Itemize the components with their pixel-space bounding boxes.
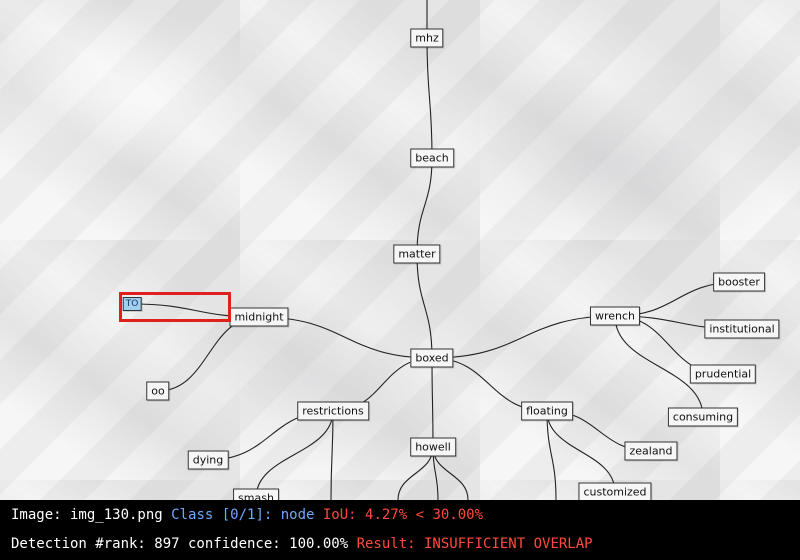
status-line-detection: Detection #rank: 897 confidence: 100.00%…: [11, 536, 593, 552]
edge: [255, 410, 334, 499]
node-zealand: zealand: [624, 441, 678, 461]
diagram-canvas: mhz beach matter TO midnight oo boxed wrench boo…: [0, 0, 800, 500]
node-midnight: midnight: [229, 307, 289, 327]
node-matter: matter: [393, 244, 441, 264]
node-booster: booster: [713, 272, 765, 292]
node-customized: customized: [578, 482, 652, 500]
status-segment: Result: INSUFFICIENT OVERLAP: [356, 536, 593, 552]
node-prudential: prudential: [689, 364, 757, 384]
node-oo: oo: [146, 381, 170, 401]
node-mhz: mhz: [410, 28, 444, 48]
edge: [416, 253, 433, 359]
node-howell: howell: [410, 437, 456, 457]
node-dying: dying: [187, 450, 229, 470]
status-segment: Detection #rank: 897 confidence: 100.00%: [11, 536, 357, 552]
status-segment: IoU: 4.27% < 30.00%: [322, 507, 484, 523]
node-boxed: boxed: [410, 348, 454, 368]
node-restrictions: restrictions: [297, 401, 369, 421]
edge: [431, 315, 616, 359]
edge: [157, 316, 260, 392]
edge: [546, 410, 616, 493]
edge: [426, 37, 433, 159]
node-smash: smash: [233, 488, 279, 500]
status-segment: Class [0/1]: node: [171, 507, 323, 523]
edge: [416, 157, 433, 255]
status-line-image: Image: img_130.png Class [0/1]: node IoU…: [11, 507, 483, 523]
detection-status-bar: Image: img_130.png Class [0/1]: node IoU…: [0, 500, 800, 560]
node-consuming: consuming: [667, 407, 739, 427]
node-wrench: wrench: [589, 306, 641, 326]
node-floating: floating: [521, 401, 573, 421]
edge: [431, 357, 434, 448]
edge: [546, 410, 557, 500]
status-segment: Image: img_130.png: [11, 507, 172, 523]
node-institutional: institutional: [704, 319, 780, 339]
edge: [330, 410, 334, 500]
node-beach: beach: [410, 148, 454, 168]
detection-box: [119, 292, 231, 322]
